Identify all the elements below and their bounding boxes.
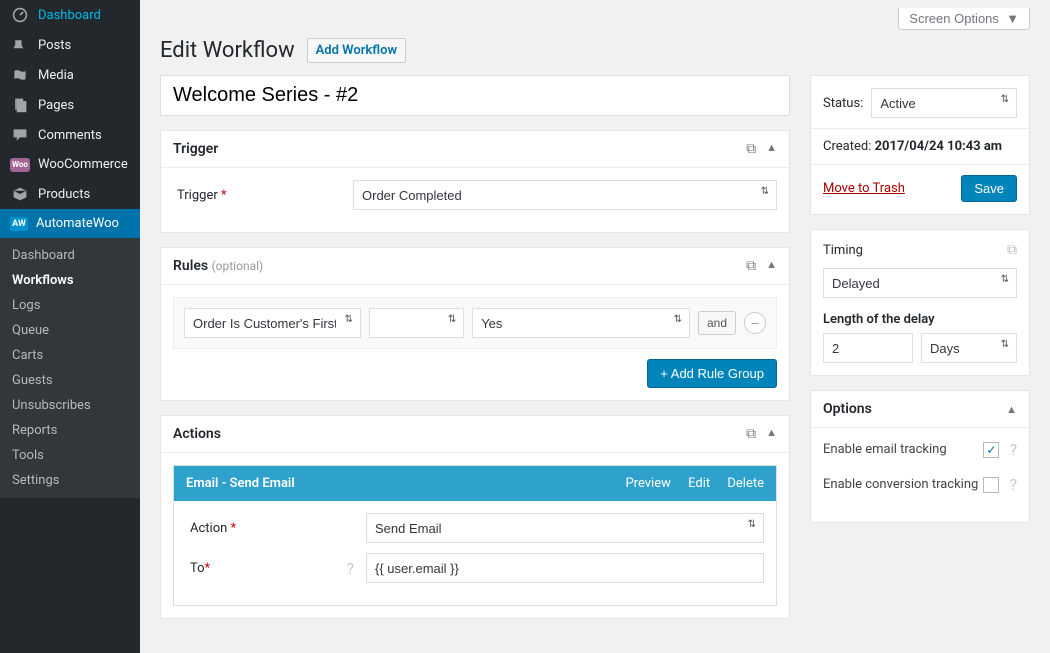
pin-icon	[10, 37, 30, 53]
help-icon[interactable]: ?	[1009, 440, 1017, 459]
menu-pages[interactable]: Pages	[0, 90, 140, 120]
rule-operator-select[interactable]	[369, 308, 464, 338]
add-rule-group-button[interactable]: + Add Rule Group	[647, 359, 777, 388]
action-label: Action	[190, 521, 227, 536]
page-icon	[10, 97, 30, 113]
options-box: Options ▲ Enable email tracking ? En	[810, 390, 1030, 523]
move-to-trash-link[interactable]: Move to Trash	[823, 181, 905, 196]
add-workflow-button[interactable]: Add Workflow	[307, 38, 406, 63]
rules-box: Rules (optional) ⧉ ▲ Order Is Customer's…	[160, 247, 790, 401]
screen-options-label: Screen Options	[909, 11, 999, 26]
submenu-dashboard[interactable]: Dashboard	[0, 243, 140, 268]
email-tracking-label: Enable email tracking	[823, 442, 947, 457]
submenu-carts[interactable]: Carts	[0, 343, 140, 368]
created-label: Created:	[823, 139, 871, 154]
menu-label: Media	[38, 68, 74, 83]
menu-label: Comments	[38, 128, 102, 143]
required-mark: *	[221, 188, 227, 203]
rule-value-select[interactable]: Yes	[472, 308, 690, 338]
menu-media[interactable]: Media	[0, 60, 140, 90]
actions-heading: Actions	[173, 426, 746, 442]
help-icon[interactable]: ?	[346, 559, 354, 578]
required-mark: *	[231, 521, 237, 536]
menu-dashboard[interactable]: Dashboard	[0, 0, 140, 30]
menu-automatewoo[interactable]: AW AutomateWoo	[0, 209, 140, 238]
workflow-title-input[interactable]	[160, 75, 790, 116]
media-icon	[10, 67, 30, 83]
screen-options-button[interactable]: Screen Options ▼	[898, 8, 1030, 30]
menu-comments[interactable]: Comments	[0, 120, 140, 150]
conversion-tracking-checkbox[interactable]	[983, 477, 999, 493]
trigger-select[interactable]: Order Completed	[353, 180, 777, 210]
status-label: Status:	[823, 96, 863, 111]
menu-label: Posts	[38, 38, 71, 53]
menu-label: Dashboard	[38, 8, 101, 23]
email-tracking-checkbox[interactable]	[983, 442, 999, 458]
and-button[interactable]: and	[698, 311, 736, 335]
external-link-icon[interactable]: ⧉	[746, 426, 756, 442]
conversion-tracking-label: Enable conversion tracking	[823, 477, 978, 492]
submenu-settings[interactable]: Settings	[0, 468, 140, 493]
timing-heading: Timing	[823, 243, 863, 258]
menu-label: WooCommerce	[38, 157, 128, 172]
aw-icon: AW	[10, 217, 28, 231]
trigger-label: Trigger	[177, 188, 218, 203]
submenu-reports[interactable]: Reports	[0, 418, 140, 443]
action-edit-link[interactable]: Edit	[688, 476, 710, 491]
required-mark: *	[205, 561, 211, 576]
dashboard-icon	[10, 7, 30, 23]
created-value: 2017/04/24 10:43 am	[875, 139, 1003, 154]
collapse-toggle-icon[interactable]: ▲	[766, 141, 777, 157]
admin-sidebar: Dashboard Posts Media Pages Comments Woo…	[0, 0, 140, 653]
menu-label: AutomateWoo	[36, 216, 119, 231]
collapse-toggle-icon[interactable]: ▲	[1006, 403, 1017, 416]
action-block-name: Email - Send Email	[186, 476, 611, 491]
trigger-heading: Trigger	[173, 141, 746, 157]
menu-products[interactable]: Products	[0, 179, 140, 209]
submenu: Dashboard Workflows Logs Queue Carts Gue…	[0, 238, 140, 498]
rules-heading: Rules	[173, 258, 208, 274]
submenu-logs[interactable]: Logs	[0, 293, 140, 318]
woo-icon: Woo	[10, 158, 30, 172]
submenu-guests[interactable]: Guests	[0, 368, 140, 393]
rule-name-select[interactable]: Order Is Customer's First	[184, 308, 361, 338]
external-link-icon[interactable]: ⧉	[746, 141, 756, 157]
menu-label: Pages	[38, 98, 74, 113]
menu-woocommerce[interactable]: Woo WooCommerce	[0, 150, 140, 179]
menu-posts[interactable]: Posts	[0, 30, 140, 60]
main-content: Screen Options ▼ Edit Workflow Add Workf…	[140, 0, 1050, 653]
external-link-icon[interactable]: ⧉	[1007, 242, 1017, 258]
action-delete-link[interactable]: Delete	[727, 476, 764, 491]
to-input[interactable]	[366, 553, 764, 583]
external-link-icon[interactable]: ⧉	[746, 258, 756, 274]
delay-label: Length of the delay	[823, 312, 1017, 327]
timing-select[interactable]: Delayed	[823, 268, 1017, 298]
delay-value-input[interactable]	[823, 333, 913, 363]
delay-unit-select[interactable]: Days	[921, 333, 1017, 363]
collapse-toggle-icon[interactable]: ▲	[766, 426, 777, 442]
trigger-box: Trigger ⧉ ▲ Trigger * Order Completed	[160, 130, 790, 233]
status-box: Status: Active Created: 2017/04/24 10:43…	[810, 75, 1030, 215]
action-select[interactable]: Send Email	[366, 513, 764, 543]
submenu-workflows[interactable]: Workflows	[0, 268, 140, 293]
page-title: Edit Workflow	[160, 38, 295, 63]
save-button[interactable]: Save	[961, 175, 1017, 202]
products-icon	[10, 186, 30, 202]
comment-icon	[10, 127, 30, 143]
rules-optional: (optional)	[212, 259, 264, 273]
options-heading: Options	[823, 401, 1006, 417]
submenu-tools[interactable]: Tools	[0, 443, 140, 468]
to-label: To	[190, 561, 205, 576]
help-icon[interactable]: ?	[1009, 475, 1017, 494]
action-block: Email - Send Email Preview Edit Delete A…	[173, 465, 777, 606]
action-preview-link[interactable]: Preview	[625, 476, 670, 491]
timing-box: Timing ⧉ Delayed Length of the delay Day…	[810, 229, 1030, 376]
status-select[interactable]: Active	[871, 88, 1017, 118]
actions-box: Actions ⧉ ▲ Email - Send Email Preview	[160, 415, 790, 619]
submenu-queue[interactable]: Queue	[0, 318, 140, 343]
submenu-unsubscribes[interactable]: Unsubscribes	[0, 393, 140, 418]
menu-label: Products	[38, 187, 90, 202]
remove-rule-button[interactable]: −	[744, 312, 766, 334]
collapse-toggle-icon[interactable]: ▲	[766, 258, 777, 274]
